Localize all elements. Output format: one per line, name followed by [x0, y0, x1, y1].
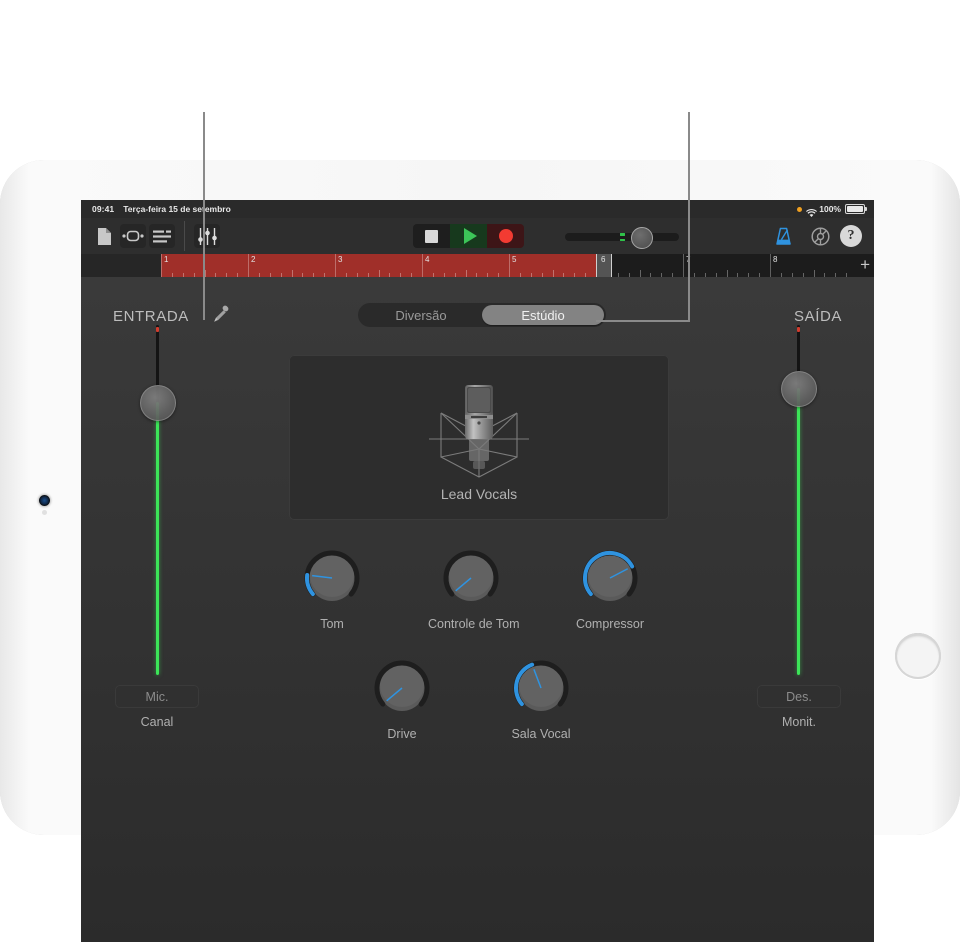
condenser-microphone-icon: [421, 371, 537, 494]
home-button[interactable]: [895, 633, 941, 679]
status-indicators: 100%: [797, 204, 865, 214]
toolbar-right-group: ?: [766, 218, 874, 254]
monitor-column: Des. Monit.: [744, 685, 854, 729]
patch-name: Lead Vocals: [289, 486, 669, 502]
ruler-bar-number: 4: [422, 255, 429, 264]
battery-icon: [845, 204, 865, 214]
knob-sala-vocal-dial[interactable]: [510, 657, 572, 719]
input-clip-indicator: [156, 327, 159, 332]
knob-compressor-label: Compressor: [567, 617, 653, 631]
ruler-track[interactable]: 12345678 6 +: [161, 254, 874, 277]
knob-sala-vocal-label: Sala Vocal: [498, 727, 584, 741]
ruler-sub-tick: [466, 270, 467, 277]
toolbar-divider: [184, 221, 185, 251]
input-fader-handle[interactable]: [140, 385, 176, 421]
ruler-bar-number: 2: [248, 255, 255, 264]
knob-controle-de-tom-dial[interactable]: [440, 547, 502, 609]
patch-tile[interactable]: Lead Vocals: [289, 355, 669, 520]
monitor-caption: Monit.: [744, 715, 854, 729]
master-volume-slider[interactable]: [565, 233, 679, 241]
knob-drive[interactable]: Drive: [359, 657, 445, 741]
input-label: ENTRADA: [113, 308, 189, 325]
knob-compressor[interactable]: Compressor: [567, 547, 653, 631]
input-level-meter: [156, 402, 159, 675]
wifi-icon: [806, 205, 815, 213]
mixer-faders-icon[interactable]: [194, 224, 220, 248]
timeline-ruler: 12345678 6 +: [81, 254, 874, 277]
add-section-button[interactable]: +: [860, 256, 870, 273]
output-level-meter: [797, 388, 800, 675]
stop-button[interactable]: [413, 224, 450, 248]
callout-line-input-icon: [203, 112, 205, 320]
ruler-sub-tick: [553, 270, 554, 277]
ruler-sub-tick: [727, 270, 728, 277]
knob-tom-dial[interactable]: [301, 547, 363, 609]
stop-square-icon: [425, 230, 438, 243]
knob-tom-label: Tom: [289, 617, 375, 631]
channel-caption: Canal: [102, 715, 212, 729]
ruler-left-padding: [81, 254, 161, 277]
channel-column: Mic. Canal: [102, 685, 212, 729]
front-camera-icon: [39, 495, 50, 506]
master-volume-handle[interactable]: [631, 227, 653, 249]
master-level-meter: [620, 233, 625, 241]
ruler-bar-number: 1: [161, 255, 168, 264]
status-bar: 09:41 Terça-feira 15 de setembro 100%: [81, 200, 874, 218]
tab-estudio[interactable]: Estúdio: [482, 305, 604, 325]
output-fader[interactable]: [781, 325, 815, 675]
orange-dot-icon: [797, 207, 802, 212]
record-circle-icon: [499, 229, 513, 243]
record-button[interactable]: [487, 224, 524, 248]
track-list-icon[interactable]: [149, 224, 175, 248]
callout-line-tabs-vertical: [688, 112, 690, 322]
output-clip-indicator: [797, 327, 800, 332]
ruler-sub-tick: [640, 270, 641, 277]
knob-controle-de-tom-label: Controle de Tom: [428, 617, 514, 631]
knob-sala-vocal[interactable]: Sala Vocal: [498, 657, 584, 741]
callout-line-tabs-horizontal: [596, 320, 690, 322]
ruler-sub-tick: [292, 270, 293, 277]
output-label: SAÍDA: [794, 308, 842, 325]
ruler-sub-tick: [379, 270, 380, 277]
knob-drive-label: Drive: [359, 727, 445, 741]
document-icon[interactable]: [91, 224, 117, 248]
output-fader-handle[interactable]: [781, 371, 817, 407]
smart-control-panel: ENTRADA SAÍDA Diversão Estúdio: [81, 277, 874, 942]
monitor-button[interactable]: Des.: [757, 685, 841, 708]
gear-icon[interactable]: [800, 218, 840, 254]
cycle-region[interactable]: [161, 254, 604, 277]
knob-tom[interactable]: Tom: [289, 547, 375, 631]
patch-category-tabs: Diversão Estúdio: [358, 303, 606, 327]
app-screen: 09:41 Terça-feira 15 de setembro 100%: [81, 200, 874, 942]
status-time: 09:41: [92, 204, 114, 214]
loop-cycle-icon[interactable]: [120, 224, 146, 248]
ruler-bar-number: 3: [335, 255, 342, 264]
ipad-device: 09:41 Terça-feira 15 de setembro 100%: [0, 160, 960, 835]
battery-percent: 100%: [819, 204, 841, 214]
input-fader[interactable]: [140, 325, 174, 675]
transport-controls: [413, 224, 524, 248]
knob-controle-de-tom[interactable]: Controle de Tom: [428, 547, 514, 631]
ruler-sub-tick: [814, 270, 815, 277]
playhead-bar-number: 6: [598, 255, 605, 264]
toolbar: ?: [81, 218, 874, 255]
knob-drive-dial[interactable]: [371, 657, 433, 719]
help-button[interactable]: ?: [840, 225, 862, 247]
tab-diversao[interactable]: Diversão: [360, 305, 482, 325]
toolbar-left-group: [91, 221, 220, 251]
status-date: Terça-feira 15 de setembro: [123, 204, 231, 214]
play-triangle-icon: [464, 228, 477, 244]
play-button[interactable]: [450, 224, 487, 248]
knob-compressor-dial[interactable]: [579, 547, 641, 609]
ruler-bar-number: 5: [509, 255, 516, 264]
ruler-bar-number: 8: [770, 255, 777, 264]
channel-button[interactable]: Mic.: [115, 685, 199, 708]
device-microphone-icon: [42, 510, 47, 515]
playhead[interactable]: 6: [596, 254, 612, 277]
microphone-icon[interactable]: [211, 305, 231, 330]
metronome-icon[interactable]: [766, 218, 800, 254]
